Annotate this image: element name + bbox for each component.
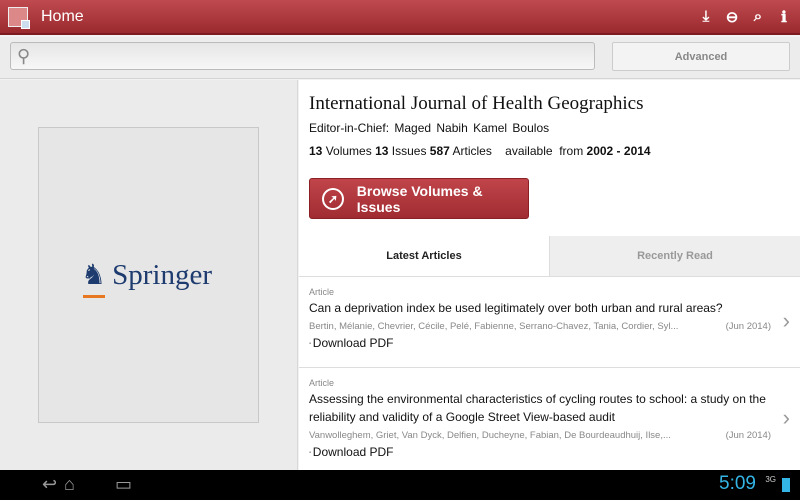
article-item[interactable]: Article Can a deprivation index be used …: [299, 278, 800, 368]
chevron-right-icon[interactable]: ›: [783, 308, 790, 334]
tab-recently-read[interactable]: Recently Read: [549, 236, 800, 276]
page-title: Home: [41, 7, 84, 25]
article-item[interactable]: Article Assessing the environmental char…: [299, 369, 800, 470]
springer-logo: ♞ Springer: [81, 258, 212, 298]
recent-apps-icon[interactable]: ▭: [115, 474, 132, 495]
article-authors: Bertin, Mélanie, Chevrier, Cécile, Pelé,…: [309, 321, 679, 332]
signal-icon: 3G: [765, 475, 776, 484]
editor-in-chief: Editor-in-Chief: Maged Nabih Kamel Boulo…: [309, 121, 550, 135]
compass-icon: ➚: [322, 187, 344, 210]
tab-latest-articles[interactable]: Latest Articles: [299, 236, 549, 276]
search-icon[interactable]: ⌕: [750, 8, 766, 26]
article-date: (Jun 2014): [725, 430, 771, 441]
login-icon[interactable]: ⊖: [724, 8, 740, 26]
search-input[interactable]: ⚲: [10, 42, 595, 70]
browse-volumes-button[interactable]: ➚ Browse Volumes & Issues: [309, 178, 529, 219]
springer-horse-icon: ♞: [81, 260, 107, 298]
journal-title: International Journal of Health Geograph…: [309, 93, 644, 114]
article-date: (Jun 2014): [725, 321, 771, 332]
journal-cover[interactable]: ♞ Springer: [38, 127, 259, 423]
journal-stats: 13 Volumes 13 Issues 587 Articles availa…: [309, 144, 651, 158]
battery-icon: [782, 478, 790, 492]
home-icon[interactable]: ⌂: [64, 474, 75, 495]
app-bar: Home ⤓ ⊖ ⌕ ℹ: [0, 0, 800, 35]
article-title: Assessing the environmental characterist…: [309, 392, 766, 424]
clock: 5:09: [719, 473, 756, 494]
download-pdf-link[interactable]: Download PDF: [309, 445, 800, 459]
article-title: Can a deprivation index be used legitima…: [309, 301, 723, 315]
download-pdf-link[interactable]: Download PDF: [309, 336, 800, 350]
advanced-search-button[interactable]: Advanced: [612, 42, 790, 71]
info-icon[interactable]: ℹ: [776, 8, 792, 26]
app-icon[interactable]: [8, 6, 30, 29]
search-icon: ⚲: [17, 46, 31, 66]
download-icon[interactable]: ⤓: [698, 8, 714, 26]
article-authors: Vanwolleghem, Griet, Van Dyck, Delfien, …: [309, 430, 671, 441]
system-nav-bar: ↩ ⌂ ▭ 5:09 3G: [0, 470, 800, 500]
chevron-right-icon[interactable]: ›: [783, 405, 790, 431]
back-icon[interactable]: ↩: [42, 474, 57, 495]
